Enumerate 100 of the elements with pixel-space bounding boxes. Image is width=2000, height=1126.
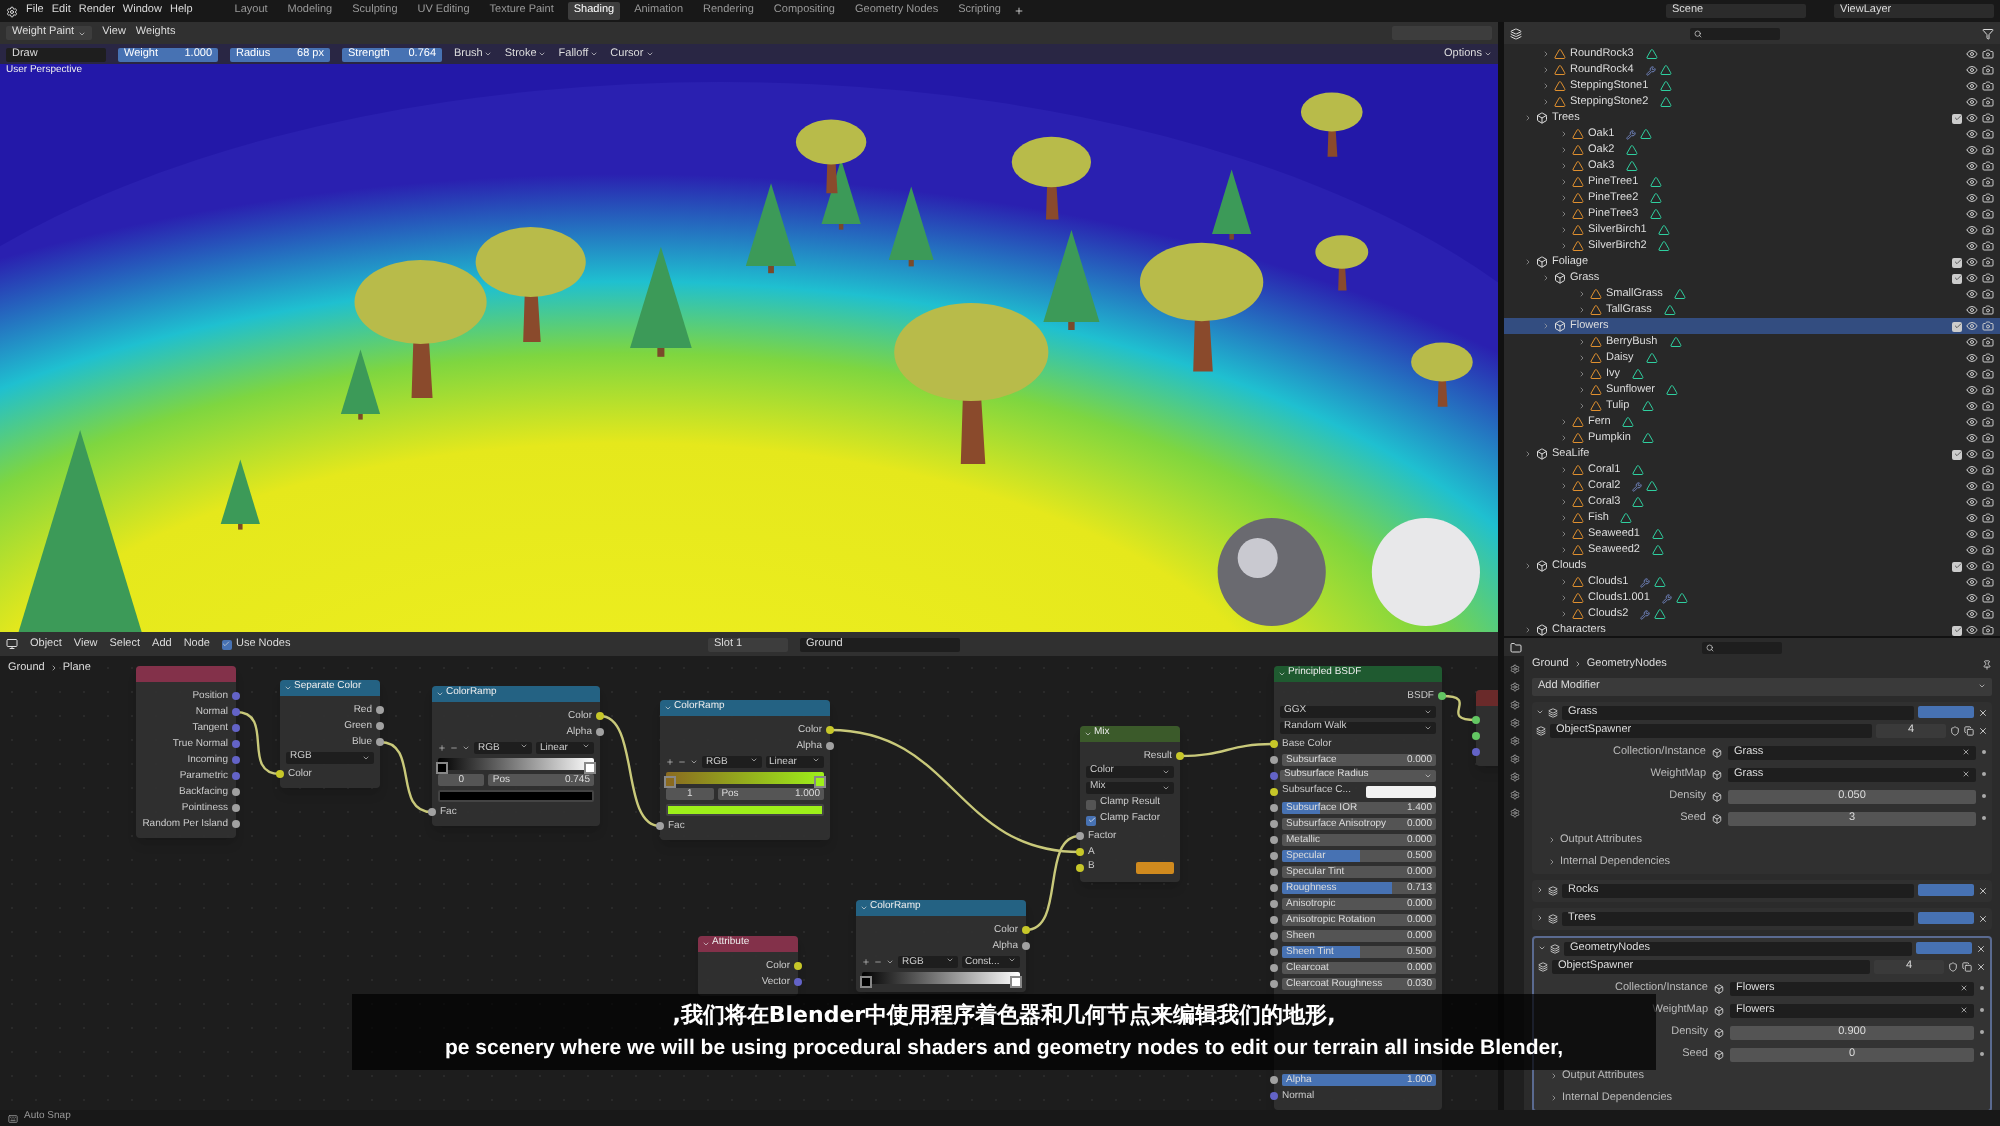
node-socket[interactable] xyxy=(1022,942,1030,950)
add-icon[interactable] xyxy=(666,758,674,766)
checkbox[interactable] xyxy=(1952,321,1962,331)
node-socket[interactable] xyxy=(1270,932,1278,940)
eye-icon[interactable] xyxy=(1966,368,1978,380)
eye-icon[interactable] xyxy=(1966,224,1978,236)
eye-icon[interactable] xyxy=(1966,304,1978,316)
shield-icon[interactable] xyxy=(1950,725,1960,735)
eye-icon[interactable] xyxy=(1966,128,1978,140)
eye-icon[interactable] xyxy=(1966,560,1978,572)
properties-tab-icon[interactable] xyxy=(1509,664,1519,674)
eye-icon[interactable] xyxy=(1966,96,1978,108)
ramp-stop-handle[interactable] xyxy=(816,778,824,786)
node-socket[interactable] xyxy=(232,740,240,748)
eye-icon[interactable] xyxy=(1966,480,1978,492)
camera-icon[interactable] xyxy=(1982,368,1994,380)
checkbox[interactable] xyxy=(1952,273,1962,283)
search-field[interactable] xyxy=(1690,27,1780,39)
eye-icon[interactable] xyxy=(1966,464,1978,476)
node-group-icon[interactable] xyxy=(1538,961,1548,971)
node-socket[interactable] xyxy=(376,722,384,730)
camera-icon[interactable] xyxy=(1982,352,1994,364)
color-swatch[interactable] xyxy=(438,790,594,802)
node-socket[interactable] xyxy=(596,728,604,736)
node-socket[interactable] xyxy=(232,692,240,700)
eye-icon[interactable] xyxy=(1966,320,1978,332)
eye-icon[interactable] xyxy=(1966,512,1978,524)
checkbox[interactable] xyxy=(1952,625,1962,635)
node-socket[interactable] xyxy=(1270,772,1278,780)
add-icon[interactable] xyxy=(862,958,870,966)
camera-icon[interactable] xyxy=(1982,400,1994,412)
camera-icon[interactable] xyxy=(1982,96,1994,108)
camera-icon[interactable] xyxy=(1982,144,1994,156)
node-socket[interactable] xyxy=(794,962,802,970)
node-socket[interactable] xyxy=(1076,848,1084,856)
camera-icon[interactable] xyxy=(1982,592,1994,604)
search-field[interactable] xyxy=(1702,641,1782,653)
node-socket[interactable] xyxy=(826,742,834,750)
properties-tab-icon[interactable] xyxy=(1509,790,1519,800)
eye-icon[interactable] xyxy=(1966,80,1978,92)
node-socket[interactable] xyxy=(1270,884,1278,892)
eye-icon[interactable] xyxy=(1966,112,1978,124)
ramp-stop-handle[interactable] xyxy=(666,778,674,786)
camera-icon[interactable] xyxy=(1982,192,1994,204)
eye-icon[interactable] xyxy=(1966,272,1978,284)
ramp-stop-handle[interactable] xyxy=(586,764,594,772)
node-socket[interactable] xyxy=(1270,852,1278,860)
properties-tab-icon[interactable] xyxy=(1509,772,1519,782)
node-socket[interactable] xyxy=(1270,868,1278,876)
node-socket[interactable] xyxy=(232,804,240,812)
camera-icon[interactable] xyxy=(1982,160,1994,172)
color-ramp-gradient[interactable] xyxy=(862,972,1020,984)
properties-tab-icon[interactable] xyxy=(1509,754,1519,764)
node-socket[interactable] xyxy=(1270,756,1278,764)
node-socket[interactable] xyxy=(1270,820,1278,828)
node-socket[interactable] xyxy=(1270,1076,1278,1084)
attribute-icon[interactable] xyxy=(1714,1005,1724,1015)
camera-icon[interactable] xyxy=(1982,544,1994,556)
shield-icon[interactable] xyxy=(1948,961,1958,971)
eye-icon[interactable] xyxy=(1966,528,1978,540)
ramp-stop-handle[interactable] xyxy=(438,764,446,772)
node-socket[interactable] xyxy=(1076,864,1084,872)
node-socket[interactable] xyxy=(1022,926,1030,934)
eye-icon[interactable] xyxy=(1966,384,1978,396)
color-swatch[interactable] xyxy=(666,804,824,816)
node-socket[interactable] xyxy=(428,808,436,816)
attribute-icon[interactable] xyxy=(1712,813,1722,823)
node-socket[interactable] xyxy=(232,708,240,716)
camera-icon[interactable] xyxy=(1982,480,1994,492)
properties-tab-icon[interactable] xyxy=(1509,736,1519,746)
eye-icon[interactable] xyxy=(1966,64,1978,76)
eye-icon[interactable] xyxy=(1966,192,1978,204)
properties-tab-icon[interactable] xyxy=(1509,718,1519,728)
add-workspace-icon[interactable] xyxy=(1014,6,1025,16)
node-socket[interactable] xyxy=(1472,716,1480,724)
attribute-icon[interactable] xyxy=(1714,983,1724,993)
node-socket[interactable] xyxy=(596,712,604,720)
eye-icon[interactable] xyxy=(1966,496,1978,508)
eye-icon[interactable] xyxy=(1966,432,1978,444)
eye-icon[interactable] xyxy=(1966,608,1978,620)
camera-icon[interactable] xyxy=(1982,48,1994,60)
node-socket[interactable] xyxy=(232,724,240,732)
node-socket[interactable] xyxy=(232,820,240,828)
camera-icon[interactable] xyxy=(1982,304,1994,316)
eye-icon[interactable] xyxy=(1966,544,1978,556)
copy-icon[interactable] xyxy=(1962,961,1972,971)
color-swatch[interactable] xyxy=(1366,786,1436,798)
checkbox[interactable] xyxy=(1952,257,1962,267)
camera-icon[interactable] xyxy=(1982,432,1994,444)
eye-icon[interactable] xyxy=(1966,400,1978,412)
node-socket[interactable] xyxy=(1472,732,1480,740)
filter-icon[interactable] xyxy=(1982,27,1994,39)
attribute-icon[interactable] xyxy=(1712,747,1722,757)
node-socket[interactable] xyxy=(1270,804,1278,812)
camera-icon[interactable] xyxy=(1982,128,1994,140)
camera-icon[interactable] xyxy=(1982,464,1994,476)
camera-icon[interactable] xyxy=(1982,80,1994,92)
eye-icon[interactable] xyxy=(1966,288,1978,300)
node-socket[interactable] xyxy=(1270,916,1278,924)
node-socket[interactable] xyxy=(1270,740,1278,748)
